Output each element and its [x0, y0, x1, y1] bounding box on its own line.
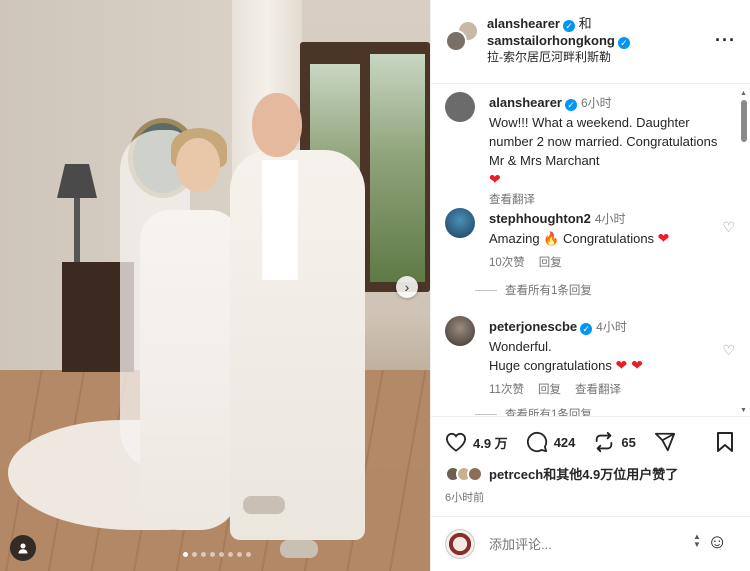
post-side-panel: alanshearer ✓ 和 samstailorhongkong ✓ 拉-索尔居…	[430, 0, 750, 571]
verified-icon: ✓	[617, 37, 630, 49]
commenter-avatar[interactable]	[445, 208, 475, 238]
comment-input[interactable]	[489, 537, 639, 552]
comment-username[interactable]: peterjonescbe	[489, 319, 577, 334]
carousel-dots	[183, 552, 251, 557]
comment-icon[interactable]	[526, 431, 548, 453]
comment-text: Amazing	[489, 231, 544, 246]
fire-emoji: 🔥	[543, 231, 560, 246]
comment-text: Wow!!! What a weekend. Daughter number 2…	[489, 115, 718, 168]
comment-time[interactable]: 4小时	[595, 212, 626, 226]
coauthor-username[interactable]: samstailorhongkong	[487, 33, 615, 48]
comment-likes[interactable]: 11次赞	[489, 381, 524, 400]
scrollbar-thumb[interactable]	[741, 100, 747, 142]
comment-composer: ▲▼ ☺	[431, 516, 750, 571]
comment-like-heart-icon[interactable]: ♡	[722, 342, 735, 359]
emoji-icon[interactable]: ☺	[707, 531, 727, 554]
carousel-dot[interactable]	[183, 552, 188, 557]
heart-icon[interactable]	[445, 432, 467, 452]
comment-count[interactable]: 424	[554, 435, 576, 450]
carousel-dot[interactable]	[246, 552, 251, 557]
carousel-dot[interactable]	[210, 552, 215, 557]
comment-time[interactable]: 4小时	[596, 320, 627, 334]
comments-scrollbar[interactable]: ▲ ▼	[740, 90, 748, 414]
comments-list: alanshearer ✓ 6小时 Wow!!! What a weekend. D…	[431, 84, 750, 416]
like-count[interactable]: 4.9 万	[473, 433, 508, 452]
post-actions: 4.9 万 424 65 petrcech和其他4.9万位用户赞了 6小时前	[431, 416, 750, 516]
next-slide-button[interactable]: ›	[396, 276, 418, 298]
repost-icon[interactable]	[593, 431, 615, 453]
share-icon[interactable]	[654, 431, 676, 453]
reply-button[interactable]: 回复	[539, 254, 562, 273]
comment-text: Congratulations	[559, 231, 658, 246]
tagged-users-button[interactable]	[10, 535, 36, 561]
user-icon	[18, 543, 28, 554]
verified-icon: ✓	[563, 20, 575, 32]
post-location[interactable]: 拉-索尔居厄河畔利斯勒	[487, 49, 630, 66]
repost-count[interactable]: 65	[621, 435, 635, 450]
view-replies[interactable]: 查看所有1条回复	[475, 406, 592, 416]
input-resize-icon[interactable]: ▲ ▼	[693, 533, 701, 549]
verified-icon: ✓	[565, 99, 577, 111]
carousel-dot[interactable]	[219, 552, 224, 557]
translate-link[interactable]: 查看翻译	[489, 191, 535, 210]
carousel-dot[interactable]	[237, 552, 242, 557]
comment-like-heart-icon[interactable]: ♡	[722, 219, 735, 236]
liker-avatars[interactable]	[445, 465, 483, 482]
more-options-button[interactable]: ···	[715, 30, 736, 51]
author-username[interactable]: alanshearer	[487, 16, 560, 31]
post-photo[interactable]: ›	[0, 0, 430, 571]
commenter-avatar[interactable]	[445, 316, 475, 346]
red-heart-emoji: ❤	[489, 171, 501, 187]
comment-likes[interactable]: 10次赞	[489, 254, 525, 273]
comment-text: Wonderful.	[489, 339, 552, 354]
reply-button[interactable]: 回复	[538, 381, 561, 400]
bookmark-icon[interactable]	[715, 431, 735, 453]
carousel-dot[interactable]	[201, 552, 206, 557]
comment-username[interactable]: stephhoughton2	[489, 211, 591, 226]
red-heart-emoji: ❤	[657, 230, 670, 246]
view-replies[interactable]: 查看所有1条回复	[475, 282, 592, 298]
viewer-avatar[interactable]	[445, 529, 475, 559]
liked-by: petrcech和其他4.9万位用户赞了	[445, 464, 678, 483]
verified-icon: ✓	[580, 323, 593, 335]
post-header: alanshearer ✓ 和 samstailorhongkong ✓ 拉-索尔居…	[431, 0, 750, 84]
liked-by-text[interactable]: petrcech和其他4.9万位用户赞了	[489, 464, 678, 483]
author-conjunction: 和	[578, 16, 592, 31]
posted-time[interactable]: 6小时前	[445, 489, 484, 505]
carousel-dot[interactable]	[192, 552, 197, 557]
comment-text: Huge congratulations	[489, 358, 616, 373]
translate-link[interactable]: 查看翻译	[575, 381, 621, 400]
carousel-dot[interactable]	[228, 552, 233, 557]
photo-bride	[140, 210, 240, 530]
commenter-avatar[interactable]	[445, 92, 475, 122]
author-avatar[interactable]	[445, 30, 467, 52]
red-heart-emoji: ❤ ❤	[615, 357, 643, 373]
comment-time[interactable]: 6小时	[581, 96, 612, 110]
comment-username[interactable]: alanshearer	[489, 95, 562, 110]
instagram-post-modal: › alanshearer ✓ 和 samstailorhongkong ✓ 拉…	[0, 0, 750, 571]
